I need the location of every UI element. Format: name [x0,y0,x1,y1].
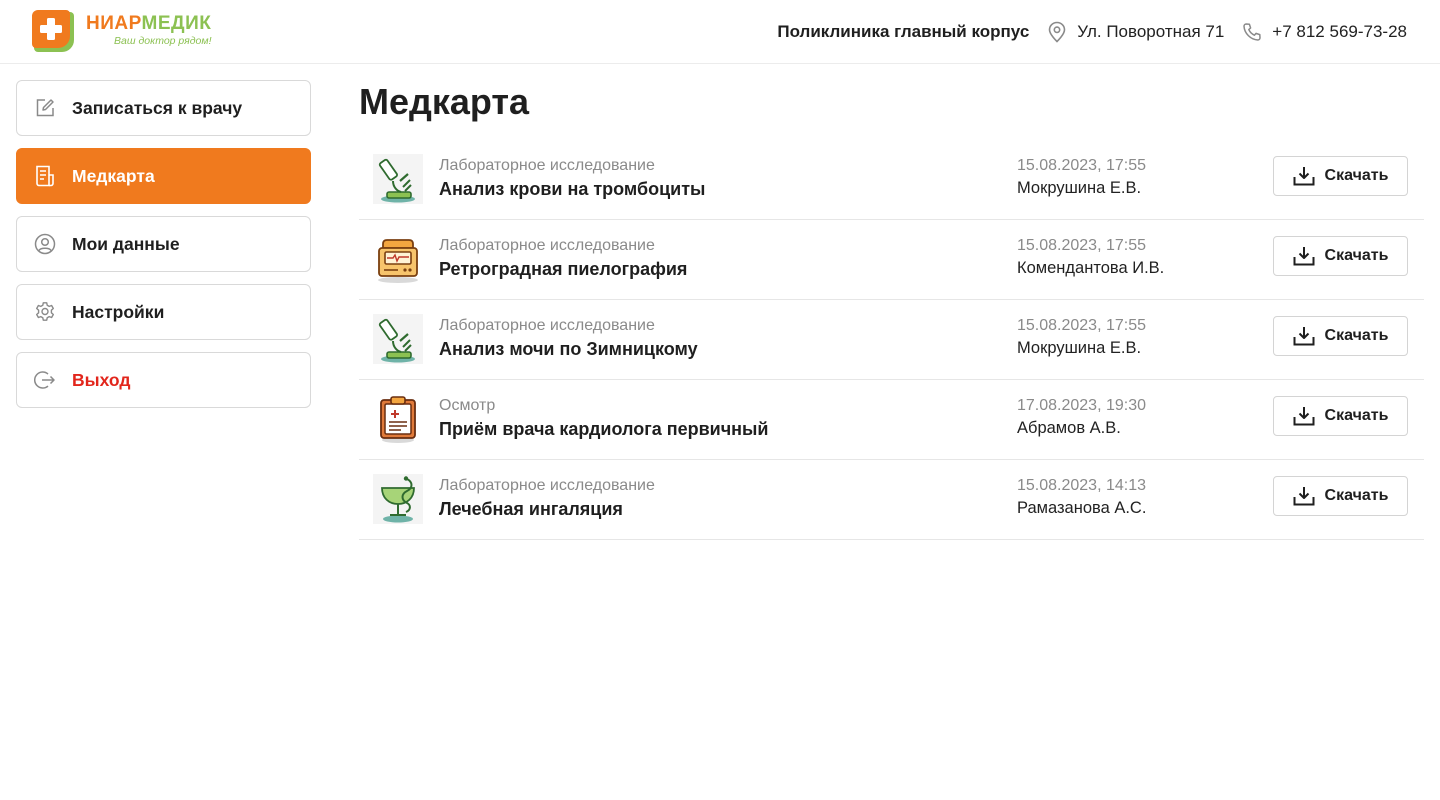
user-circle-icon [34,233,56,255]
record-doctor: Абрамов А.В. [1017,419,1121,437]
records-list: Лабораторное исследование Анализ крови н… [359,140,1424,540]
record-date: 15.08.2023, 17:55 [1017,157,1147,174]
logout-icon [34,369,56,391]
download-icon [1293,167,1315,186]
record-date: 15.08.2023, 17:55 [1017,317,1147,334]
address-text: Ул. Поворотная 71 [1077,22,1225,41]
sidebar-item-label: Выход [72,369,131,390]
download-button[interactable]: Скачать [1273,236,1408,276]
record-doctor: Комендантова И.В. [1017,259,1165,277]
sidebar-item-label: Медкарта [72,165,155,186]
record-doctor: Мокрушина Е.В. [1017,339,1142,357]
record-name: Ретроградная пиелография [439,259,688,279]
download-label: Скачать [1324,327,1389,344]
sidebar-item-my-data[interactable]: Мои данные [16,216,311,272]
list-item[interactable]: Лабораторное исследование Лечебная ингал… [359,460,1424,540]
record-type: Осмотр [439,397,496,414]
sidebar-item-medcard[interactable]: Медкарта [16,148,311,204]
download-label: Скачать [1324,247,1389,264]
sidebar-item-logout[interactable]: Выход [16,352,311,408]
phone-icon [1243,23,1262,41]
download-icon [1293,487,1315,506]
microscope-icon [373,154,423,204]
list-item[interactable]: Лабораторное исследование Ретроградная п… [359,220,1424,300]
download-label: Скачать [1324,487,1389,504]
pharmacy-bowl-icon [373,474,423,524]
clinic-name: Поликлиника главный корпус [777,22,1030,41]
record-name: Приём врача кардиолога первичный [439,419,769,439]
microscope-icon [373,314,423,364]
clipboard-icon [373,394,423,444]
record-doctor: Мокрушина Е.В. [1017,179,1142,197]
logo-name-part2: МЕДИК [141,13,212,34]
sidebar-item-label: Записаться к врачу [72,97,243,118]
list-item[interactable]: Лабораторное исследование Анализ мочи по… [359,300,1424,380]
record-type: Лабораторное исследование [439,157,655,174]
record-name: Анализ мочи по Зимницкому [439,339,698,359]
record-name: Анализ крови на тромбоциты [439,179,706,199]
header-contacts: Поликлиника главный корпус Ул. Поворотна… [777,20,1407,44]
download-icon [1293,247,1315,266]
sidebar-item-label: Настройки [72,301,165,322]
record-type: Лабораторное исследование [439,237,655,254]
record-name: Лечебная ингаляция [439,499,623,519]
logo[interactable]: НИАРМЕДИК Ваш доктор рядом! [32,10,232,54]
sidebar: Записаться к врачу Медкарта Мои данные Н… [16,80,311,420]
logo-tagline: Ваш доктор рядом! [114,35,212,47]
download-label: Скачать [1324,167,1389,184]
sidebar-item-book-appointment[interactable]: Записаться к врачу [16,80,311,136]
download-icon [1293,407,1315,426]
main-content: Медкарта Лабораторное исследование Анали… [359,80,1424,540]
logo-name-part1: НИАР [86,13,142,34]
monitor-device-icon [373,234,423,284]
record-doctor: Рамазанова А.С. [1017,499,1147,517]
record-type: Лабораторное исследование [439,317,655,334]
list-item[interactable]: Осмотр Приём врача кардиолога первичный … [359,380,1424,460]
download-icon [1293,327,1315,346]
record-date: 15.08.2023, 14:13 [1017,477,1147,494]
sidebar-item-label: Мои данные [72,233,180,254]
download-button[interactable]: Скачать [1273,476,1408,516]
page-title: Медкарта [359,81,530,122]
download-button[interactable]: Скачать [1273,156,1408,196]
top-header: НИАРМЕДИК Ваш доктор рядом! Поликлиника … [0,0,1440,64]
logo-cross-icon [32,10,74,52]
list-item[interactable]: Лабораторное исследование Анализ крови н… [359,140,1424,220]
record-date: 17.08.2023, 19:30 [1017,397,1147,414]
record-date: 15.08.2023, 17:55 [1017,237,1147,254]
phone-number: +7 812 569-73-28 [1272,22,1407,41]
download-button[interactable]: Скачать [1273,396,1408,436]
download-label: Скачать [1324,407,1389,424]
edit-icon [34,97,56,119]
logo-text: НИАРМЕДИК [86,13,211,35]
gear-icon [34,301,56,323]
download-button[interactable]: Скачать [1273,316,1408,356]
document-icon [34,165,56,187]
location-pin-icon [1048,21,1066,43]
address: Ул. Поворотная 71 [1047,21,1224,43]
sidebar-item-settings[interactable]: Настройки [16,284,311,340]
record-type: Лабораторное исследование [439,477,655,494]
phone[interactable]: +7 812 569-73-28 [1242,22,1407,42]
